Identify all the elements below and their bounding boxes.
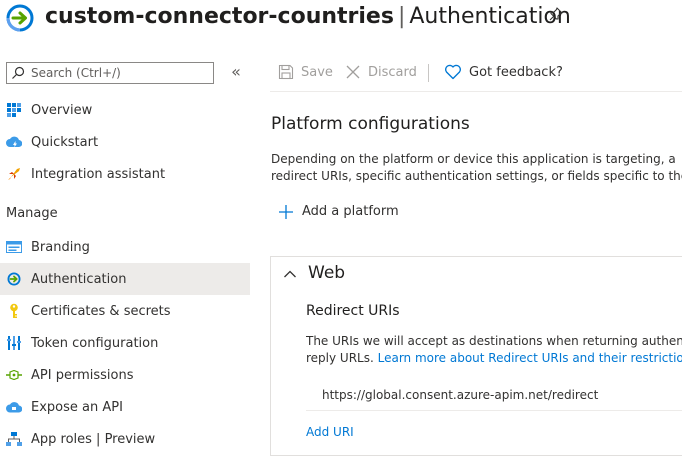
api-permissions-icon bbox=[6, 367, 22, 383]
sidebar-item-quickstart[interactable]: Quickstart bbox=[0, 126, 250, 158]
save-icon bbox=[278, 64, 294, 80]
sidebar-item-label: Integration assistant bbox=[31, 166, 166, 182]
redirect-uris-description: The URIs we will accept as destinations … bbox=[306, 333, 682, 367]
pin-icon[interactable] bbox=[548, 6, 564, 22]
toolbar-border bbox=[270, 91, 682, 92]
add-platform-button[interactable]: Add a platform bbox=[279, 204, 399, 219]
search-placeholder: Search (Ctrl+/) bbox=[31, 66, 121, 80]
feedback-label: Got feedback? bbox=[469, 64, 563, 80]
sidebar-item-token-configuration[interactable]: Token configuration bbox=[0, 327, 250, 359]
description-line: The URIs we will accept as destinations … bbox=[306, 334, 682, 348]
sidebar-item-branding[interactable]: Branding bbox=[0, 231, 250, 263]
app-name: custom-connector-countries bbox=[45, 4, 394, 29]
add-uri-link[interactable]: Add URI bbox=[306, 425, 354, 439]
toolbar-divider bbox=[428, 64, 429, 82]
page-title: custom-connector-countries | Authenticatio… bbox=[45, 2, 571, 32]
sidebar-item-expose-an-api[interactable]: Expose an API bbox=[0, 391, 250, 423]
sidebar-item-label: Certificates & secrets bbox=[31, 303, 171, 319]
feedback-button[interactable]: Got feedback? bbox=[444, 64, 563, 80]
authentication-icon bbox=[6, 271, 22, 287]
description-line: redirect URIs, specific authentication s… bbox=[271, 169, 682, 183]
save-label: Save bbox=[301, 64, 333, 80]
description-text: reply URLs. bbox=[306, 351, 378, 365]
search-input[interactable]: Search (Ctrl+/) bbox=[6, 62, 214, 84]
sidebar-item-overview[interactable]: Overview bbox=[0, 94, 250, 126]
sidebar-item-label: Token configuration bbox=[31, 335, 159, 351]
description-line: Depending on the platform or device this… bbox=[271, 152, 676, 166]
sidebar-item-label: Authentication bbox=[31, 271, 127, 287]
search-icon bbox=[12, 66, 25, 79]
redirect-uris-title: Redirect URIs bbox=[306, 303, 400, 319]
web-platform-title: Web bbox=[308, 263, 346, 283]
branding-icon bbox=[6, 239, 22, 255]
sidebar-item-label: API permissions bbox=[31, 367, 134, 383]
sidebar-item-app-roles[interactable]: App roles | Preview bbox=[0, 423, 250, 455]
platform-configurations-description: Depending on the platform or device this… bbox=[271, 151, 682, 185]
token-icon bbox=[6, 335, 22, 351]
description-line: reply URLs. Learn more about Redirect UR… bbox=[306, 350, 682, 367]
chevron-up-icon[interactable] bbox=[283, 266, 297, 280]
key-icon bbox=[6, 303, 22, 319]
sidebar-item-authentication[interactable]: Authentication bbox=[0, 263, 250, 295]
redirect-uri-value: https://global.consent.azure-apim.net/re… bbox=[322, 388, 599, 402]
app-roles-icon bbox=[6, 431, 22, 447]
platform-configurations-title: Platform configurations bbox=[271, 114, 470, 134]
sidebar-item-api-permissions[interactable]: API permissions bbox=[0, 359, 250, 391]
app-registration-icon bbox=[6, 4, 34, 32]
sidebar-item-label: Overview bbox=[31, 102, 93, 118]
heart-icon bbox=[444, 64, 462, 80]
title-separator: | bbox=[397, 4, 406, 29]
sidebar-item-label: App roles | Preview bbox=[31, 431, 156, 447]
close-icon bbox=[346, 65, 360, 79]
sidebar-item-label: Branding bbox=[31, 239, 90, 255]
sidebar-item-integration-assistant[interactable]: Integration assistant bbox=[0, 158, 250, 190]
collapse-sidebar-button[interactable]: « bbox=[228, 64, 244, 82]
quickstart-icon bbox=[6, 134, 22, 150]
sidebar-section-manage: Manage bbox=[6, 206, 58, 221]
plus-icon bbox=[279, 204, 293, 219]
save-button[interactable]: Save bbox=[278, 64, 333, 80]
discard-label: Discard bbox=[368, 64, 417, 80]
cloud-icon bbox=[6, 399, 22, 415]
learn-more-link[interactable]: Learn more about Redirect URIs and their… bbox=[378, 351, 682, 365]
sidebar-item-certificates-secrets[interactable]: Certificates & secrets bbox=[0, 295, 250, 327]
rocket-icon bbox=[6, 166, 22, 182]
overview-icon bbox=[6, 102, 22, 118]
discard-button[interactable]: Discard bbox=[345, 64, 417, 80]
sidebar-item-label: Quickstart bbox=[31, 134, 99, 150]
sidebar-item-label: Expose an API bbox=[31, 399, 123, 415]
add-platform-label: Add a platform bbox=[302, 204, 399, 219]
section-name: Authentication bbox=[409, 4, 571, 29]
